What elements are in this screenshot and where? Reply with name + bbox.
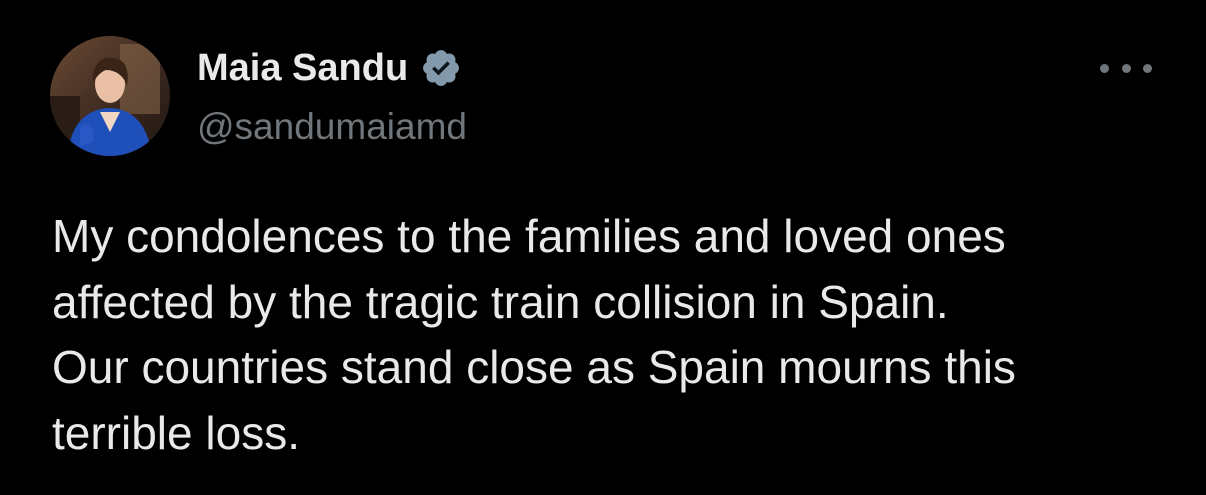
more-dot-icon [1143, 63, 1152, 73]
tweet-card: Maia Sandu @sandumaiamd My condolences t… [0, 0, 1206, 495]
post-text-line: My condolences to the families and loved… [52, 210, 1006, 262]
post-text-line: Our countries stand close as Spain mourn… [52, 341, 1016, 393]
more-dot-icon [1100, 63, 1109, 73]
author-display-name[interactable]: Maia Sandu [197, 38, 408, 98]
post-text-line: affected by the tragic train collision i… [52, 275, 949, 328]
verified-badge-icon[interactable] [420, 47, 462, 89]
avatar[interactable] [50, 36, 170, 156]
post-text-line: terrible loss. [52, 406, 300, 459]
author-handle[interactable]: @sandumaiamd [197, 102, 467, 152]
post-text: My condolences to the families and loved… [52, 204, 1182, 466]
more-dot-icon [1121, 63, 1131, 73]
profile-photo-icon [50, 36, 170, 156]
more-options-button[interactable] [1100, 54, 1152, 82]
author-name-row: Maia Sandu [197, 38, 462, 98]
